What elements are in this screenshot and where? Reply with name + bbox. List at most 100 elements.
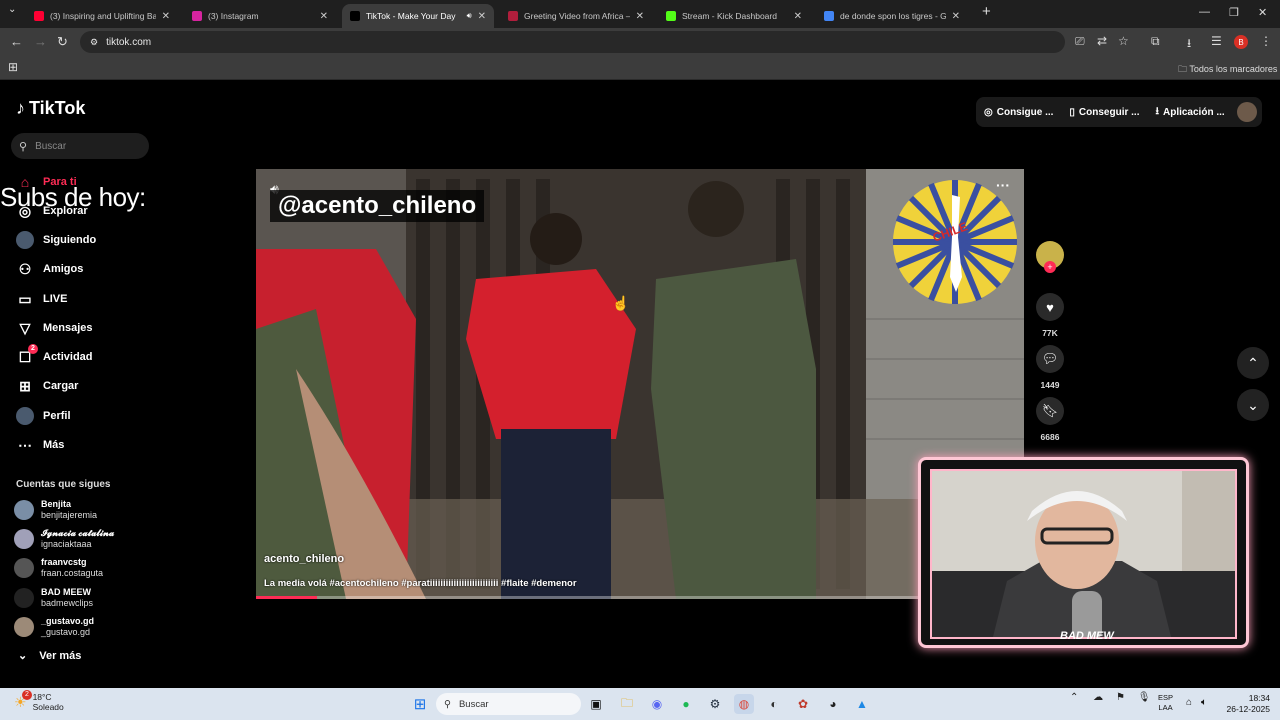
language-indicator[interactable]: ESP LAA [1158, 693, 1173, 713]
spotify-icon[interactable]: ● [676, 694, 696, 714]
app-icon[interactable]: ✿ [793, 694, 813, 714]
nav-item-messages[interactable]: ▽ Mensajes [16, 317, 93, 339]
chevron-down-icon: ⌄ [18, 650, 28, 662]
browser-tab[interactable]: de donde spon los tigres - Goo ✕ [816, 4, 968, 28]
tab-audio-icon[interactable]: 🔊︎ [467, 11, 472, 21]
tab-favicon-icon [192, 11, 202, 21]
browser-tab[interactable]: TikTok - Make Your Day 🔊︎ ✕ [342, 4, 494, 28]
tab-title: de donde spon los tigres - Goo [840, 11, 946, 21]
reload-icon[interactable]: ↻ [57, 34, 68, 50]
bookmark-star-icon[interactable]: ☆ [1118, 34, 1129, 48]
see-more-button[interactable]: ⌄ Ver más [18, 649, 81, 663]
microphone-icon[interactable]: 🎙︎ [1138, 692, 1151, 703]
network-icon[interactable]: ⌂ [1186, 697, 1192, 708]
menu-icon[interactable]: ⋮ [1260, 34, 1272, 48]
search-input[interactable]: ⚲ Buscar [11, 133, 149, 159]
nav-label: Mensajes [43, 322, 93, 334]
obs-icon[interactable]: ◐ [764, 694, 784, 714]
like-button[interactable]: ♥ 77K [1036, 293, 1064, 338]
save-button[interactable]: 🔖︎ 6686 [1036, 397, 1064, 442]
nav-item-following[interactable]: Siguiendo [16, 229, 96, 251]
back-icon[interactable]: ← [10, 34, 23, 49]
app-icon-2[interactable]: ◕ [823, 694, 843, 714]
volume-icon[interactable]: 🔈︎ [1201, 697, 1207, 708]
video-player[interactable]: CHILE 🔊︎ ··· @acento_chileno acento_chil… [256, 169, 1024, 599]
following-account[interactable]: _gustavo.gd _gustavo.gd [14, 614, 94, 640]
browser-tab-bar: ⌄ (3) Inspiring and Uplifting Back ✕ (3) I… [0, 0, 1280, 28]
tiktok-logo[interactable]: ♪ TikTok [16, 98, 85, 119]
video-progress-fill [256, 596, 318, 599]
following-title: Cuentas que sigues [16, 479, 111, 490]
tab-search-icon[interactable]: ⌄ [8, 4, 16, 15]
browser-tab[interactable]: Greeting Video from Africa – d ✕ [500, 4, 652, 28]
tab-favicon-icon [824, 11, 834, 21]
like-count: 77K [1042, 328, 1058, 338]
user-avatar[interactable] [1236, 102, 1257, 122]
following-account[interactable]: 𝓘𝓰𝓷𝓪𝓬𝓲𝓪 𝓬𝓪𝓽𝓪𝓵𝓲𝓷𝓪 ignaciaktaaa [14, 526, 114, 552]
nav-item-upload[interactable]: ⊞ Cargar [16, 375, 78, 397]
steam-icon[interactable]: ⚙ [705, 694, 725, 714]
forward-icon[interactable]: → [34, 34, 47, 49]
site-info-icon[interactable]: ⚙ [90, 37, 98, 48]
nav-item-more[interactable]: ⋯ Más [16, 434, 64, 456]
nav-item-profile[interactable]: Perfil [16, 405, 71, 427]
chrome-icon[interactable]: ◍ [734, 694, 754, 714]
taskbar-search[interactable]: ⚲ Buscar [436, 693, 581, 715]
following-account[interactable]: Benjita benjitajeremia [14, 497, 97, 523]
video-progress-bar[interactable] [256, 596, 1024, 599]
following-account[interactable]: fraanvcstg fraan.costaguta [14, 555, 103, 581]
following-icon [16, 231, 34, 249]
tray-app-icon[interactable]: ☁ [1093, 692, 1103, 703]
tab-title: Stream - Kick Dashboard [682, 11, 777, 21]
chevron-up-icon: ⌃ [1247, 354, 1259, 371]
desktop-app-button[interactable]: ⭳ Aplicación ... [1155, 104, 1224, 121]
nav-label: Siguiendo [43, 234, 97, 246]
following-account[interactable]: BAD MEEW badmewclips [14, 585, 93, 611]
cast-icon[interactable]: ⎚ [1075, 34, 1085, 49]
browser-tab[interactable]: Stream - Kick Dashboard ✕ [658, 4, 810, 28]
url-field[interactable]: ⚙ tiktok.com [80, 31, 1065, 53]
follow-plus-icon[interactable]: + [1044, 261, 1056, 273]
previous-video-button[interactable]: ⌃ [1237, 347, 1269, 379]
tab-close-icon[interactable]: ✕ [320, 11, 328, 22]
tab-close-icon[interactable]: ✕ [794, 11, 802, 22]
file-explorer-icon[interactable]: 🗀 [617, 694, 637, 714]
discord-icon[interactable]: ◉ [647, 694, 667, 714]
chevron-up-icon[interactable]: ⌃ [1070, 692, 1078, 703]
translate-icon[interactable]: ⇄ [1097, 34, 1107, 48]
clock[interactable]: 18:34 26-12-2025 [1216, 693, 1270, 715]
nav-item-activity[interactable]: ☐ 2 Actividad [16, 344, 93, 368]
account-username: benjitajeremia [41, 510, 98, 520]
next-video-button[interactable]: ⌄ [1237, 389, 1269, 421]
weather-widget[interactable]: ☀ 2 18°C Soleado [14, 690, 64, 712]
windows-start-icon[interactable]: ⊞ [410, 694, 430, 714]
comment-button[interactable]: 💬︎ 1449 [1036, 345, 1064, 390]
get-app-button[interactable]: ▯ Conseguir ... [1069, 107, 1139, 118]
top-actions: ◎ Consigue ... ▯ Conseguir ... ⭳ Aplicación… [976, 97, 1262, 127]
app-icon-3[interactable]: ▲ [852, 694, 872, 714]
all-bookmarks-button[interactable]: 🗀 Todos los marcadores [1178, 62, 1277, 78]
minimize-icon[interactable]: — [1199, 6, 1210, 18]
close-window-icon[interactable]: ✕ [1258, 6, 1267, 19]
reading-list-icon[interactable]: ☰ [1211, 34, 1222, 48]
profile-avatar[interactable]: B [1234, 35, 1248, 49]
browser-tab[interactable]: (3) Inspiring and Uplifting Back ✕ [26, 4, 178, 28]
creator-avatar[interactable]: + [1036, 241, 1064, 273]
get-coins-button[interactable]: ◎ Consigue ... [984, 107, 1053, 118]
video-author[interactable]: acento_chileno [264, 553, 344, 565]
tab-close-icon[interactable]: ✕ [162, 11, 170, 22]
browser-tab[interactable]: (3) Instagram ✕ [184, 4, 336, 28]
restore-icon[interactable]: ❐ [1229, 6, 1239, 19]
tab-close-icon[interactable]: ✕ [636, 11, 644, 22]
tray-app-icon-2[interactable]: ⚑ [1116, 692, 1125, 703]
nav-item-friends[interactable]: ⚇ Amigos [16, 258, 84, 280]
download-icon[interactable]: ⭳ [1187, 34, 1191, 55]
tab-close-icon[interactable]: ✕ [478, 11, 486, 22]
task-view-icon[interactable]: ▣ [586, 694, 606, 714]
tab-close-icon[interactable]: ✕ [952, 11, 960, 22]
video-more-icon[interactable]: ··· [996, 177, 1010, 193]
nav-item-live[interactable]: ▭ LIVE [16, 288, 67, 310]
extensions-icon[interactable]: ⧉ [1151, 34, 1160, 49]
apps-icon[interactable]: ⊞ [8, 60, 18, 74]
new-tab-icon[interactable]: + [982, 3, 991, 20]
